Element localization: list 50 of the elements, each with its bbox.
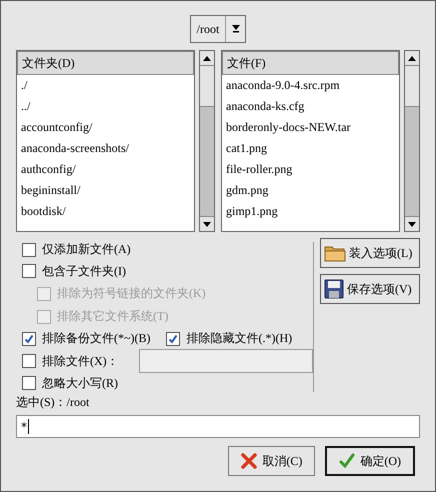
file-item[interactable]: cat1.png <box>222 138 399 159</box>
folder-item[interactable]: authconfig/ <box>17 159 194 180</box>
close-icon <box>241 453 258 469</box>
folder-item[interactable]: ../ <box>17 96 194 117</box>
path-dropdown[interactable]: /root <box>190 15 246 43</box>
file-item[interactable]: gimp1.png <box>222 201 399 222</box>
file-item[interactable]: anaconda-9.0-4.src.rpm <box>222 75 399 96</box>
file-item[interactable]: gdm.png <box>222 180 399 201</box>
checkbox[interactable] <box>22 242 36 257</box>
filename-field[interactable]: * <box>16 415 420 438</box>
load-options-button[interactable]: 装入选项(L) <box>320 238 420 268</box>
file-item[interactable]: anaconda-ks.cfg <box>222 96 399 117</box>
scroll-down-icon[interactable] <box>203 222 211 226</box>
caret-icon <box>232 25 240 33</box>
folder-item[interactable]: bootdisk/ <box>17 201 194 222</box>
folder-item[interactable]: begininstall/ <box>17 180 194 201</box>
scroll-thumb[interactable] <box>200 66 214 107</box>
file-item[interactable]: borderonly-docs-NEW.tar <box>222 117 399 138</box>
option-label: 排除其它文件系统(T) <box>57 308 168 325</box>
option-label: 排除隐藏文件(.*)(H) <box>186 330 292 348</box>
scroll-up-icon[interactable] <box>203 56 211 60</box>
ok-button[interactable]: 确定(O) <box>325 446 415 476</box>
scrollbar[interactable] <box>199 50 215 232</box>
option-label: 忽略大小写(R) <box>42 374 118 392</box>
checkbox[interactable] <box>22 332 36 346</box>
scroll-up-icon[interactable] <box>408 56 416 60</box>
option-label: 包含子文件夹(I) <box>42 262 126 280</box>
folder-item[interactable]: accountconfig/ <box>17 117 194 138</box>
scroll-down-icon[interactable] <box>408 222 416 226</box>
cancel-button[interactable]: 取消(C) <box>228 446 316 476</box>
checkbox[interactable] <box>166 332 180 346</box>
folder-icon <box>324 244 346 262</box>
save-options-button[interactable]: 保存选项(V) <box>320 274 420 304</box>
checkbox[interactable] <box>22 264 36 278</box>
file-item[interactable]: file-roller.png <box>222 159 399 180</box>
checkmark-icon <box>339 453 356 469</box>
scrollbar[interactable] <box>404 50 420 232</box>
folder-item[interactable]: anaconda-screenshots/ <box>17 138 194 159</box>
column-header[interactable]: 文件(F) <box>222 51 399 75</box>
option-label: 仅添加新文件(A) <box>42 241 131 258</box>
option-label: 排除备份文件(*~)(B) <box>42 330 150 348</box>
selection-label: 选中(S)： <box>16 395 67 409</box>
option-label: 排除为符号链接的文件夹(K) <box>57 285 206 302</box>
selection-path: /root <box>66 395 90 409</box>
checkbox[interactable] <box>22 354 36 368</box>
checkbox[interactable] <box>22 376 36 390</box>
column-header[interactable]: 文件夹(D) <box>17 51 194 75</box>
option-label: 排除文件(X)： <box>42 352 119 370</box>
folder-item[interactable]: ./ <box>17 75 194 96</box>
scroll-thumb[interactable] <box>405 66 419 107</box>
